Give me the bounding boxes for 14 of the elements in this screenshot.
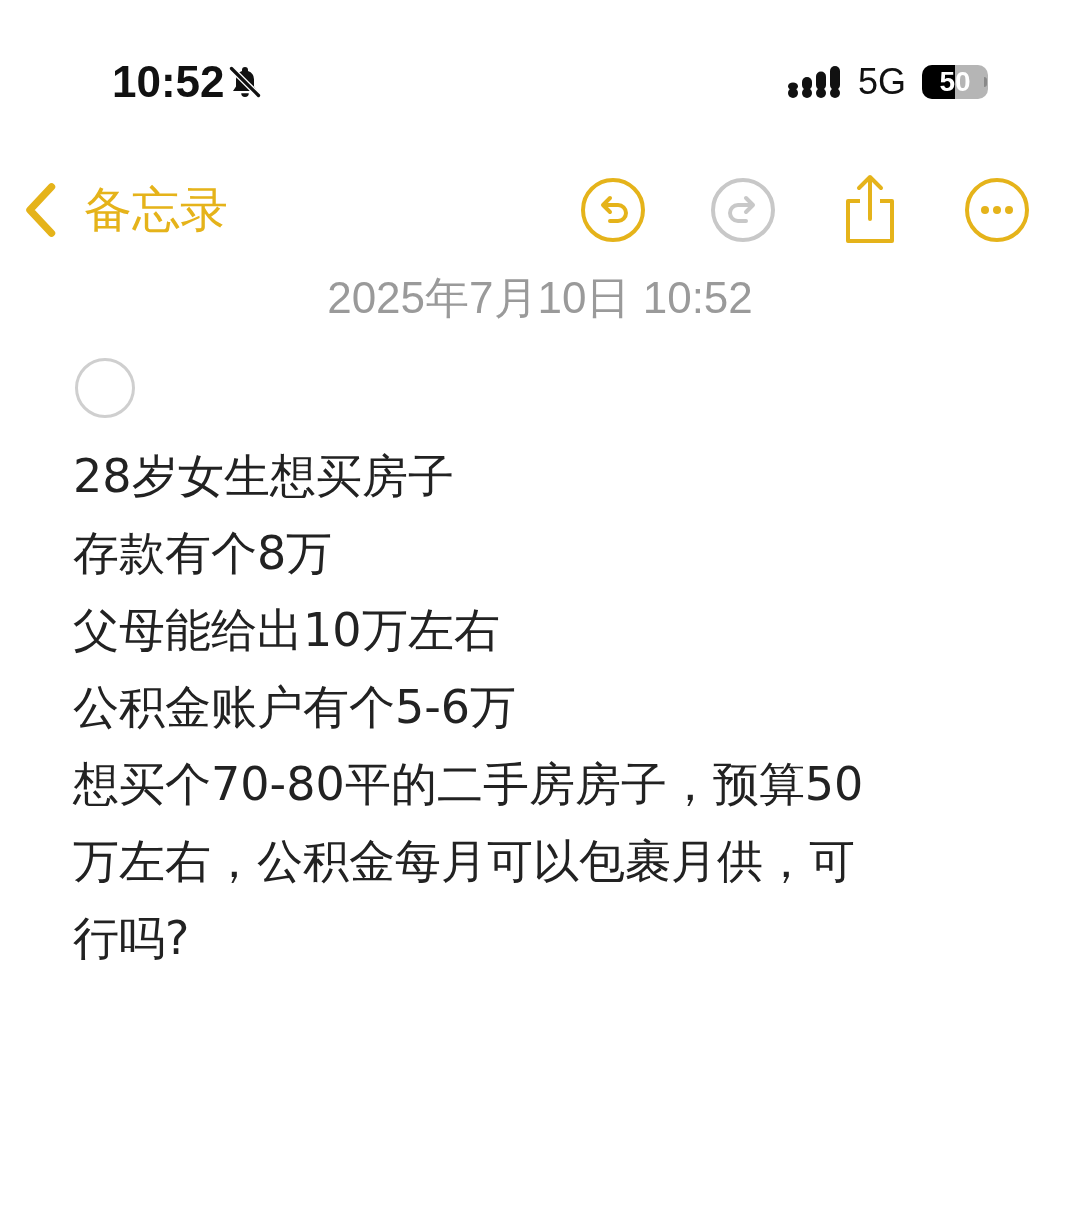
note-date: 2025年7月10日 10:52 [326, 272, 754, 324]
back-button[interactable]: 备忘录 [22, 177, 228, 242]
note-text: 28岁女生想买房子 [73, 448, 455, 505]
note-text: 公积金账户有个5-6万 [73, 679, 518, 736]
checklist-circle[interactable] [75, 358, 135, 418]
battery-icon: 50 [922, 65, 988, 99]
status-time: 10:52 [112, 57, 225, 107]
note-text: 父母能给出10万左右 [73, 602, 501, 659]
undo-icon[interactable] [580, 176, 646, 243]
network-label: 5G [857, 61, 906, 103]
note-text: 想买个70-80平的二手房房子，预算50万左右，公积金每月可以包裹月供，可行吗? [73, 756, 865, 967]
more-icon[interactable] [964, 176, 1030, 243]
signal-icon [787, 64, 842, 100]
note-text: 存款有个8万 [73, 525, 334, 582]
